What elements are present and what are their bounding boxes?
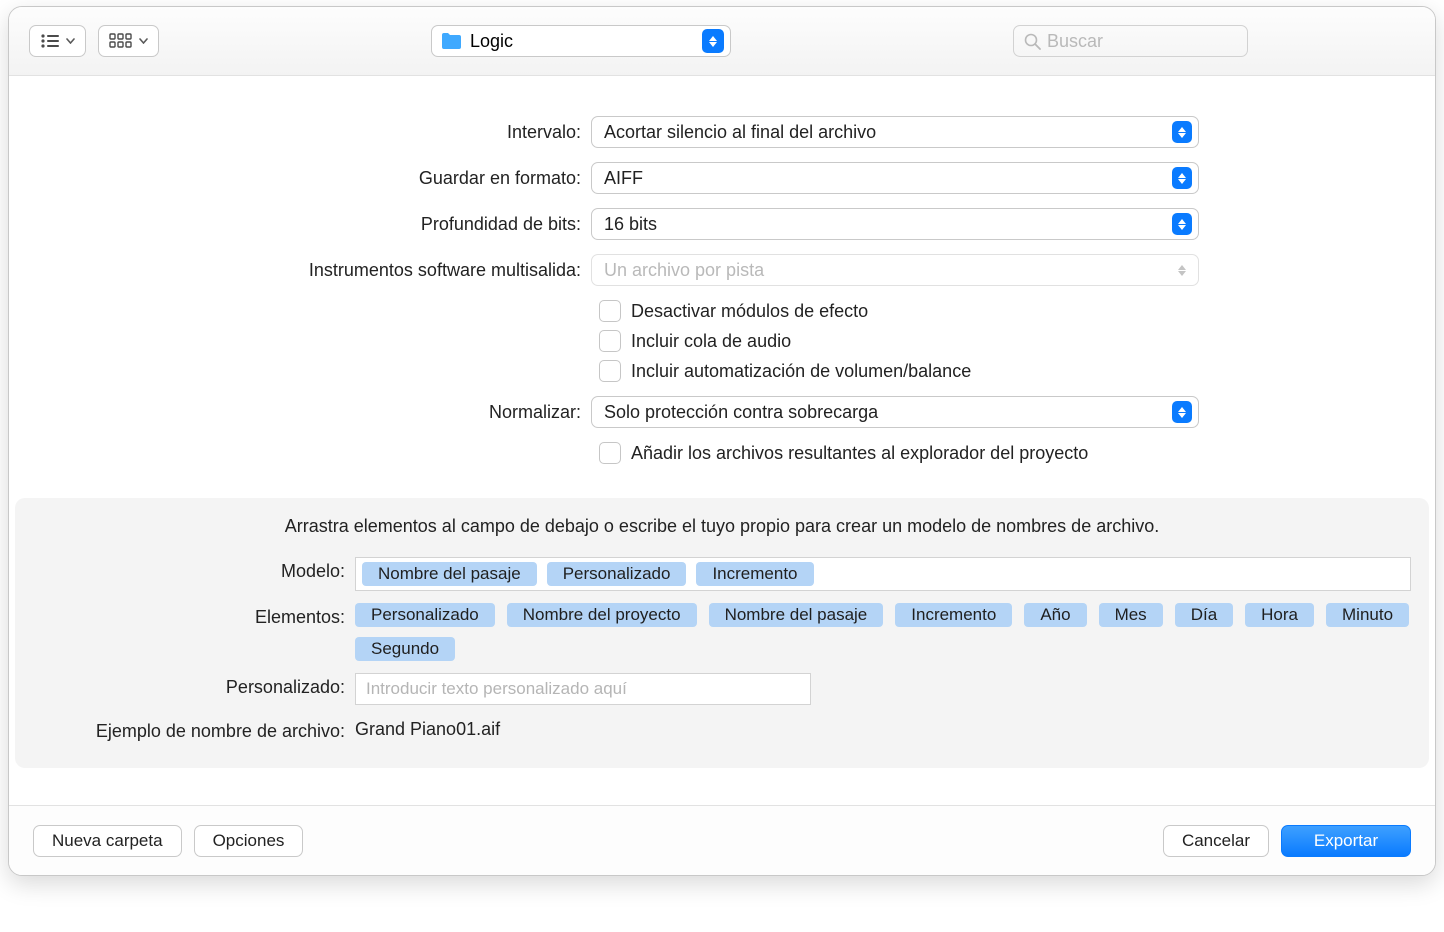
tail-checkbox[interactable] <box>599 330 621 352</box>
format-value: AIFF <box>604 168 643 189</box>
up-down-icon <box>1172 259 1192 281</box>
normalize-select[interactable]: Solo protección contra sobrecarga <box>591 396 1199 428</box>
bitdepth-select[interactable]: 16 bits <box>591 208 1199 240</box>
up-down-icon <box>1172 213 1192 235</box>
element-token[interactable]: Año <box>1024 603 1086 627</box>
element-token[interactable]: Incremento <box>895 603 1012 627</box>
search-placeholder: Buscar <box>1047 31 1103 52</box>
up-down-icon <box>1172 401 1192 423</box>
element-token[interactable]: Nombre del proyecto <box>507 603 697 627</box>
new-folder-button[interactable]: Nueva carpeta <box>33 825 182 857</box>
view-list-button[interactable] <box>29 25 86 57</box>
element-token[interactable]: Mes <box>1099 603 1163 627</box>
custom-label: Personalizado: <box>33 673 355 698</box>
custom-placeholder: Introducir texto personalizado aquí <box>366 679 627 699</box>
export-dialog: Logic Buscar Intervalo: Acortar silencio… <box>8 6 1436 876</box>
model-token[interactable]: Incremento <box>696 562 813 586</box>
bitdepth-label: Profundidad de bits: <box>9 214 591 235</box>
multioutput-value: Un archivo por pista <box>604 260 764 281</box>
cancel-button[interactable]: Cancelar <box>1163 825 1269 857</box>
custom-input[interactable]: Introducir texto personalizado aquí <box>355 673 811 705</box>
toolbar: Logic Buscar <box>9 7 1435 76</box>
normalize-value: Solo protección contra sobrecarga <box>604 402 878 423</box>
volauto-label: Incluir automatización de volumen/balanc… <box>631 361 971 382</box>
elements-tokens: Personalizado Nombre del proyecto Nombre d… <box>355 603 1411 661</box>
footer: Nueva carpeta Opciones Cancelar Exportar <box>9 805 1435 875</box>
interval-value: Acortar silencio al final del archivo <box>604 122 876 143</box>
elements-label: Elementos: <box>33 603 355 628</box>
search-input[interactable]: Buscar <box>1013 25 1248 57</box>
chevron-down-icon <box>66 38 75 44</box>
example-label: Ejemplo de nombre de archivo: <box>33 717 355 742</box>
multioutput-label: Instrumentos software multisalida: <box>9 260 591 281</box>
addproject-label: Añadir los archivos resultantes al explo… <box>631 443 1088 464</box>
tail-label: Incluir cola de audio <box>631 331 791 352</box>
options-button[interactable]: Opciones <box>194 825 304 857</box>
grid-icon <box>109 33 133 49</box>
element-token[interactable]: Minuto <box>1326 603 1409 627</box>
interval-label: Intervalo: <box>9 122 591 143</box>
interval-select[interactable]: Acortar silencio al final del archivo <box>591 116 1199 148</box>
element-token[interactable]: Segundo <box>355 637 455 661</box>
volauto-checkbox[interactable] <box>599 360 621 382</box>
form: Intervalo: Acortar silencio al final del… <box>9 76 1435 492</box>
model-token[interactable]: Personalizado <box>547 562 687 586</box>
element-token[interactable]: Hora <box>1245 603 1314 627</box>
element-token[interactable]: Personalizado <box>355 603 495 627</box>
chevron-down-icon <box>139 38 148 44</box>
up-down-icon <box>702 29 724 53</box>
naming-panel: Arrastra elementos al campo de debajo o … <box>15 498 1429 768</box>
bitdepth-value: 16 bits <box>604 214 657 235</box>
format-label: Guardar en formato: <box>9 168 591 189</box>
bypass-checkbox[interactable] <box>599 300 621 322</box>
export-button[interactable]: Exportar <box>1281 825 1411 857</box>
list-icon <box>40 33 60 49</box>
folder-icon <box>440 32 462 50</box>
element-token[interactable]: Nombre del pasaje <box>709 603 884 627</box>
location-text: Logic <box>470 31 694 52</box>
bypass-label: Desactivar módulos de efecto <box>631 301 868 322</box>
model-field[interactable]: Nombre del pasaje Personalizado Incremento <box>355 557 1411 591</box>
naming-instructions: Arrastra elementos al campo de debajo o … <box>33 516 1411 537</box>
normalize-label: Normalizar: <box>9 402 591 423</box>
format-select[interactable]: AIFF <box>591 162 1199 194</box>
up-down-icon <box>1172 167 1192 189</box>
location-select[interactable]: Logic <box>431 25 731 57</box>
element-token[interactable]: Día <box>1175 603 1233 627</box>
multioutput-select: Un archivo por pista <box>591 254 1199 286</box>
example-value: Grand Piano01.aif <box>355 717 500 740</box>
model-token[interactable]: Nombre del pasaje <box>362 562 537 586</box>
search-icon <box>1024 33 1041 50</box>
addproject-checkbox[interactable] <box>599 442 621 464</box>
up-down-icon <box>1172 121 1192 143</box>
model-label: Modelo: <box>33 557 355 582</box>
view-grid-button[interactable] <box>98 25 159 57</box>
